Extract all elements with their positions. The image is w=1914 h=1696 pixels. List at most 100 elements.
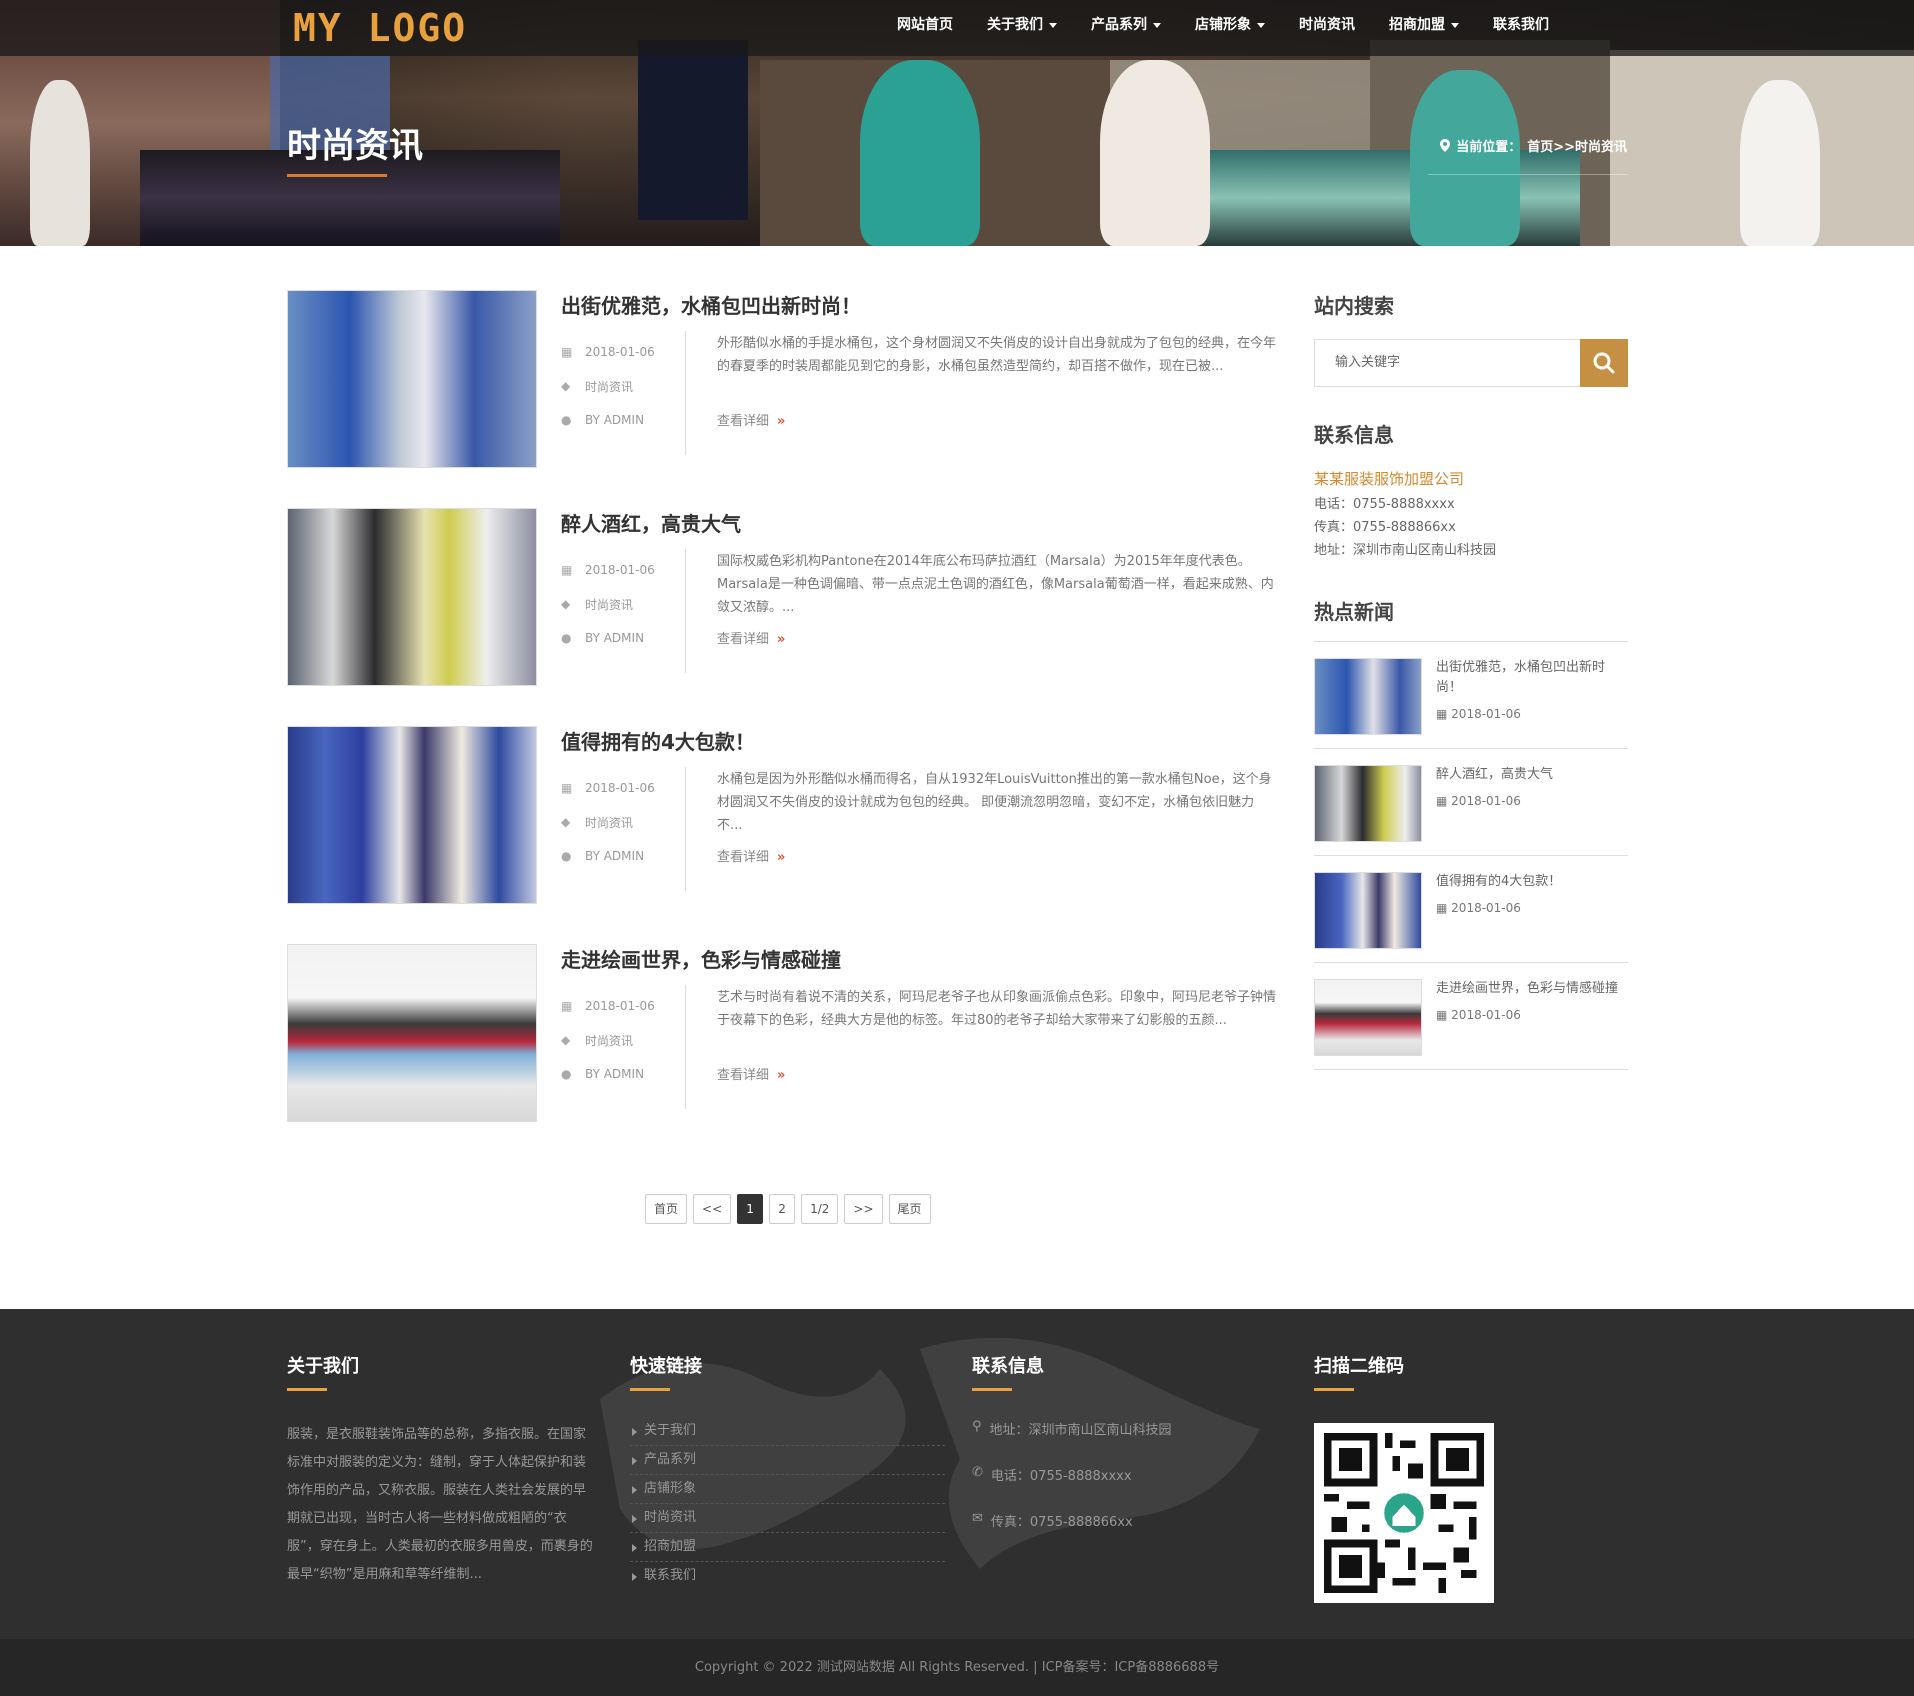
hot-news-date: 2018-01-06 [1451,1008,1521,1022]
news-meta: ▦ 2018-01-06 ◆ 时尚资讯 ● BY ADMIN [561,771,681,873]
page-last-button[interactable]: 尾页 [888,1194,931,1224]
nav-item-contact[interactable]: 联系我们 [1476,0,1566,50]
envelope-icon: ✉ [972,1511,983,1526]
contact-details: 电话：0755-8888xxxx 传真：0755-888866xx 地址：深圳市… [1314,493,1628,562]
footer-links-heading: 快速链接 [630,1356,702,1377]
page-first-button[interactable]: 首页 [645,1194,688,1224]
hot-news-item[interactable]: 值得拥有的4大包款！ ▦ 2018-01-06 [1314,856,1628,963]
news-category[interactable]: 时尚资讯 [585,814,633,831]
qr-code [1314,1423,1494,1603]
calendar-icon: ▦ [561,999,573,1013]
breadcrumb-path[interactable]: 首页>>时尚资讯 [1527,136,1627,155]
site-logo[interactable]: MY LOGO [293,6,467,50]
news-excerpt: 艺术与时尚有着说不清的关系，阿玛尼老爷子也从印象画派偷点色彩。印象中，阿玛尼老爷… [717,990,1277,1028]
hot-news-thumbnail[interactable] [1314,765,1422,842]
footer-link-franchise[interactable]: 招商加盟 [630,1533,945,1562]
news-category[interactable]: 时尚资讯 [585,378,633,395]
news-title[interactable]: 醉人酒红，高贵大气 [561,508,741,537]
news-thumbnail[interactable] [287,944,537,1122]
user-icon: ● [561,849,572,863]
sidebar: 站内搜索 输入关键字 联系信息 某某服装服饰加盟公司 电话：0755-8888x… [1314,290,1628,1070]
nav-item-home[interactable]: 网站首页 [880,0,970,50]
meta-divider [685,985,686,1109]
news-title[interactable]: 出街优雅范，水桶包凹出新时尚！ [561,290,861,319]
news-title[interactable]: 走进绘画世界，色彩与情感碰撞 [561,944,841,973]
hot-news-title[interactable]: 值得拥有的4大包款！ [1436,872,1561,892]
hot-news-title[interactable]: 走进绘画世界，色彩与情感碰撞 [1436,979,1618,999]
search-input[interactable]: 输入关键字 [1314,339,1580,387]
footer-link-news[interactable]: 时尚资讯 [630,1504,945,1533]
caret-down-icon [1257,22,1265,28]
breadcrumb-divider [1428,174,1628,175]
nav-item-news[interactable]: 时尚资讯 [1282,0,1372,50]
hot-news-thumbnail[interactable] [1314,872,1422,949]
hot-news-title[interactable]: 出街优雅范，水桶包凹出新时尚！ [1436,658,1628,698]
nav-item-about[interactable]: 关于我们 [970,0,1074,50]
footer-link-products[interactable]: 产品系列 [630,1446,945,1475]
page-2-button[interactable]: 2 [769,1194,796,1224]
hot-news-item[interactable]: 醉人酒红，高贵大气 ▦ 2018-01-06 [1314,749,1628,856]
news-list: 出街优雅范，水桶包凹出新时尚！ ▦ 2018-01-06 ◆ 时尚资讯 ● BY AD… [287,290,1277,1162]
page-banner: MY LOGO 网站首页 关于我们 产品系列 店铺形象 时尚资讯 招商加盟 联系… [0,0,1914,246]
hot-news-date: 2018-01-06 [1451,901,1521,915]
page-1-button[interactable]: 1 [737,1194,764,1224]
hot-news-item[interactable]: 走进绘画世界，色彩与情感碰撞 ▦ 2018-01-06 [1314,963,1628,1070]
footer-contact-heading: 联系信息 [972,1356,1044,1377]
news-author: BY ADMIN [585,1067,645,1081]
nav-item-franchise[interactable]: 招商加盟 [1372,0,1476,50]
news-thumbnail[interactable] [287,290,537,468]
calendar-icon: ▦ [561,563,573,577]
pagination: 首页 << 1 2 1/2 >> 尾页 [645,1194,931,1224]
news-meta: ▦ 2018-01-06 ◆ 时尚资讯 ● BY ADMIN [561,335,681,437]
phone-icon: ✆ [972,1465,983,1480]
news-thumbnail[interactable] [287,508,537,686]
contact-heading: 联系信息 [1314,423,1394,447]
news-author: BY ADMIN [585,849,645,863]
hot-news-date: 2018-01-06 [1451,794,1521,808]
read-more-link[interactable]: 查看详细» [717,1064,785,1083]
news-category[interactable]: 时尚资讯 [585,596,633,613]
double-chevron-right-icon: » [777,414,786,429]
footer-qr: 扫描二维码 [1314,1352,1494,1603]
news-excerpt: 水桶包是因为外形酷似水桶而得名，自从1932年LouisVuitton推出的第一… [717,772,1272,833]
news-category[interactable]: 时尚资讯 [585,1032,633,1049]
news-meta: ▦ 2018-01-06 ◆ 时尚资讯 ● BY ADMIN [561,553,681,655]
page-prev-button[interactable]: << [693,1194,732,1224]
footer-link-stores[interactable]: 店铺形象 [630,1475,945,1504]
read-more-link[interactable]: 查看详细» [717,410,785,429]
contact-address: 地址：深圳市南山区南山科技园 [1314,543,1497,558]
location-pin-icon [1440,139,1451,152]
title-underline [287,174,387,177]
hot-news-item[interactable]: 出街优雅范，水桶包凹出新时尚！ ▦ 2018-01-06 [1314,642,1628,749]
heading-underline [972,1388,1012,1391]
news-title[interactable]: 值得拥有的4大包款！ [561,726,755,755]
hot-news-date: 2018-01-06 [1451,707,1521,721]
hot-news-thumbnail[interactable] [1314,658,1422,735]
main-nav: 网站首页 关于我们 产品系列 店铺形象 时尚资讯 招商加盟 联系我们 [880,0,1566,56]
caret-down-icon [1049,22,1057,28]
read-more-link[interactable]: 查看详细» [717,846,785,865]
user-icon: ● [561,631,572,645]
calendar-icon: ▦ [561,781,573,795]
caret-down-icon [1153,22,1161,28]
hot-news-thumbnail[interactable] [1314,979,1422,1056]
news-item: 出街优雅范，水桶包凹出新时尚！ ▦ 2018-01-06 ◆ 时尚资讯 ● BY AD… [287,290,1277,469]
meta-divider [685,331,686,455]
footer-link-about[interactable]: 关于我们 [630,1417,945,1446]
copyright: Copyright © 2022 测试网站数据 All Rights Reser… [0,1639,1914,1696]
hot-news-title[interactable]: 醉人酒红，高贵大气 [1436,765,1553,785]
nav-item-products[interactable]: 产品系列 [1074,0,1178,50]
news-thumbnail[interactable] [287,726,537,904]
news-author: BY ADMIN [585,413,645,427]
news-date: 2018-01-06 [585,345,655,359]
calendar-icon: ▦ [1436,794,1448,808]
double-chevron-right-icon: » [777,850,786,865]
tag-icon: ◆ [561,815,571,829]
footer-link-contact[interactable]: 联系我们 [630,1562,945,1591]
page-next-button[interactable]: >> [844,1194,883,1224]
news-item: 走进绘画世界，色彩与情感碰撞 ▦ 2018-01-06 ◆ 时尚资讯 ● BY ADM… [287,944,1277,1123]
read-more-link[interactable]: 查看详细» [717,628,785,647]
news-meta: ▦ 2018-01-06 ◆ 时尚资讯 ● BY ADMIN [561,989,681,1091]
nav-item-stores[interactable]: 店铺形象 [1178,0,1282,50]
search-button[interactable] [1580,339,1628,387]
